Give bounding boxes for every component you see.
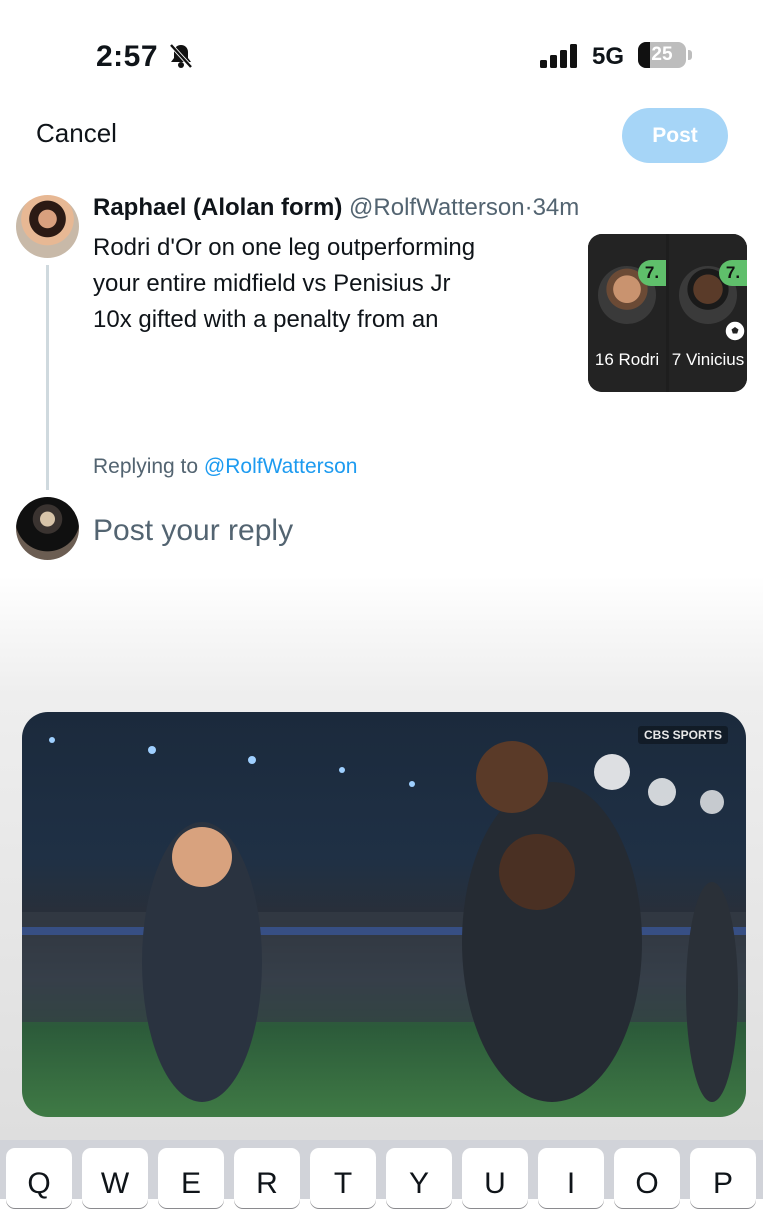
- key-q[interactable]: Q: [6, 1148, 72, 1208]
- author-display-name[interactable]: Raphael (Alolan form): [93, 194, 342, 221]
- battery-icon: 25: [638, 42, 686, 68]
- replying-handle-link[interactable]: @RolfWatterson: [204, 455, 358, 478]
- key-w[interactable]: W: [82, 1148, 148, 1208]
- key-y[interactable]: Y: [386, 1148, 452, 1208]
- status-bar: 2:57 5G 25: [0, 0, 763, 110]
- author-handle[interactable]: @RolfWatterson: [349, 194, 525, 221]
- replying-to: Replying to @RolfWatterson: [93, 455, 358, 479]
- key-i[interactable]: I: [538, 1148, 604, 1208]
- post-text-line: 10x gifted with a penalty from an: [93, 306, 439, 333]
- network-type: 5G: [592, 43, 625, 70]
- key-p[interactable]: P: [690, 1148, 756, 1208]
- key-o[interactable]: O: [614, 1148, 680, 1208]
- player-card: 7. 7 Vinicius: [669, 234, 747, 392]
- user-avatar: [16, 497, 79, 560]
- attached-video[interactable]: CBS SPORTS: [22, 712, 746, 1117]
- post-button[interactable]: Post: [622, 108, 728, 163]
- player-rating: 7.: [719, 260, 747, 286]
- thread-line: [46, 265, 49, 490]
- original-author-avatar[interactable]: [16, 195, 79, 258]
- original-post-text: Rodri d'Or on one leg outperforming your…: [93, 230, 563, 338]
- battery-nub: [688, 50, 692, 60]
- broadcaster-watermark: CBS SPORTS: [637, 726, 728, 744]
- original-post-header: Raphael (Alolan form) @RolfWatterson·34m: [93, 194, 579, 222]
- cancel-button[interactable]: Cancel: [36, 118, 117, 149]
- reply-input[interactable]: [93, 508, 713, 554]
- cellular-signal-icon: [540, 44, 577, 68]
- player-label: 16 Rodri: [594, 350, 660, 369]
- separator-dot: ·: [524, 194, 533, 221]
- key-e[interactable]: E: [158, 1148, 224, 1208]
- bell-muted-icon: [169, 43, 193, 69]
- original-post-media[interactable]: 7. 16 Rodri 7. 7 Vinicius: [588, 234, 747, 392]
- stadium-scene: [22, 737, 746, 1102]
- replying-prefix: Replying to: [93, 455, 199, 478]
- key-t[interactable]: T: [310, 1148, 376, 1208]
- post-text-line: your entire midfield vs Penisius Jr: [93, 270, 451, 297]
- football-icon: [724, 320, 746, 342]
- battery-level: [638, 42, 650, 68]
- battery-percent: 25: [651, 44, 673, 65]
- key-u[interactable]: U: [462, 1148, 528, 1208]
- player-label: 7 Vinicius: [671, 350, 745, 369]
- post-time: 34m: [532, 194, 580, 221]
- player-card: 7. 16 Rodri: [588, 234, 666, 392]
- player-rating: 7.: [638, 260, 666, 286]
- post-text-line: Rodri d'Or on one leg outperforming: [93, 234, 476, 261]
- key-r[interactable]: R: [234, 1148, 300, 1208]
- status-time: 2:57: [96, 40, 159, 73]
